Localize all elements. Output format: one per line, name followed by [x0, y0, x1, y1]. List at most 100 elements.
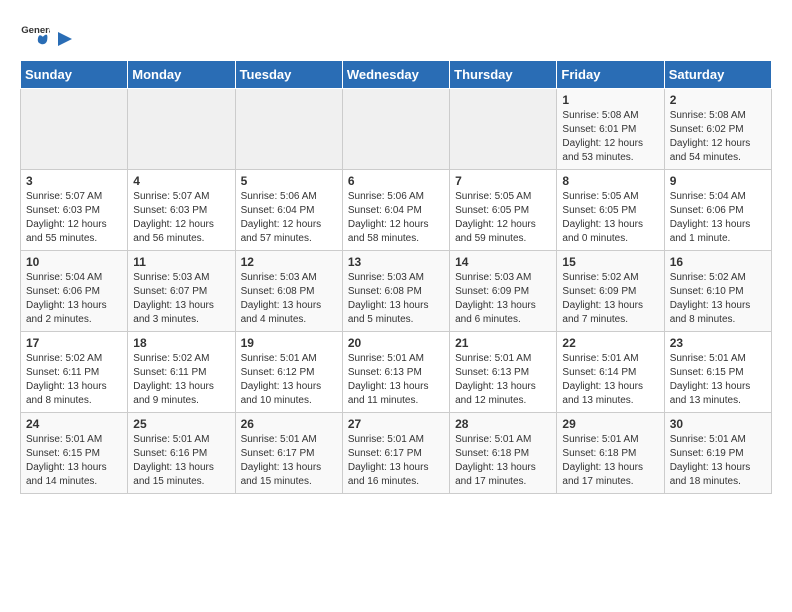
- day-number: 25: [133, 417, 229, 431]
- day-info: Sunrise: 5:01 AM Sunset: 6:12 PM Dayligh…: [241, 352, 337, 408]
- calendar-cell: 6 Sunrise: 5:06 AM Sunset: 6:04 PM Daylig…: [342, 170, 449, 251]
- weekday-header-wednesday: Wednesday: [342, 61, 449, 89]
- calendar-cell: 28 Sunrise: 5:01 AM Sunset: 6:18 PM Dayli…: [450, 413, 557, 494]
- day-number: 4: [133, 174, 229, 188]
- day-info: Sunrise: 5:01 AM Sunset: 6:15 PM Dayligh…: [26, 433, 122, 489]
- day-info: Sunrise: 5:01 AM Sunset: 6:16 PM Dayligh…: [133, 433, 229, 489]
- day-number: 18: [133, 336, 229, 350]
- day-number: 9: [670, 174, 766, 188]
- calendar-cell: [128, 89, 235, 170]
- day-number: 8: [562, 174, 658, 188]
- calendar-cell: 11 Sunrise: 5:03 AM Sunset: 6:07 PM Dayli…: [128, 251, 235, 332]
- weekday-header-thursday: Thursday: [450, 61, 557, 89]
- day-info: Sunrise: 5:01 AM Sunset: 6:18 PM Dayligh…: [562, 433, 658, 489]
- calendar-cell: 14 Sunrise: 5:03 AM Sunset: 6:09 PM Dayli…: [450, 251, 557, 332]
- calendar-cell: 7Sunrise: 5:05 AM Sunset: 6:05 PM Daylig…: [450, 170, 557, 251]
- day-number: 16: [670, 255, 766, 269]
- weekday-header-tuesday: Tuesday: [235, 61, 342, 89]
- day-number: 6: [348, 174, 444, 188]
- day-info: Sunrise: 5:02 AM Sunset: 6:09 PM Dayligh…: [562, 271, 658, 327]
- day-number: 23: [670, 336, 766, 350]
- day-number: 15: [562, 255, 658, 269]
- day-number: 28: [455, 417, 551, 431]
- day-info: Sunrise: 5:03 AM Sunset: 6:08 PM Dayligh…: [348, 271, 444, 327]
- calendar-cell: 9 Sunrise: 5:04 AM Sunset: 6:06 PM Daylig…: [664, 170, 771, 251]
- day-number: 22: [562, 336, 658, 350]
- day-info: Sunrise: 5:01 AM Sunset: 6:15 PM Dayligh…: [670, 352, 766, 408]
- calendar-cell: 23 Sunrise: 5:01 AM Sunset: 6:15 PM Dayli…: [664, 332, 771, 413]
- calendar-cell: [235, 89, 342, 170]
- calendar-week-5: 24 Sunrise: 5:01 AM Sunset: 6:15 PM Dayli…: [21, 413, 772, 494]
- svg-text:General: General: [21, 25, 50, 36]
- day-info: Sunrise: 5:03 AM Sunset: 6:09 PM Dayligh…: [455, 271, 551, 327]
- day-info: Sunrise: 5:02 AM Sunset: 6:11 PM Dayligh…: [26, 352, 122, 408]
- calendar-cell: 2 Sunrise: 5:08 AM Sunset: 6:02 PM Daylig…: [664, 89, 771, 170]
- day-number: 3: [26, 174, 122, 188]
- day-info: Sunrise: 5:01 AM Sunset: 6:13 PM Dayligh…: [455, 352, 551, 408]
- day-info: Sunrise: 5:05 AM Sunset: 6:05 PM Dayligh…: [455, 190, 551, 246]
- weekday-header-friday: Friday: [557, 61, 664, 89]
- day-number: 24: [26, 417, 122, 431]
- calendar-body: 1 Sunrise: 5:08 AM Sunset: 6:01 PM Daylig…: [21, 89, 772, 494]
- day-info: Sunrise: 5:08 AM Sunset: 6:01 PM Dayligh…: [562, 109, 658, 165]
- calendar-cell: 18 Sunrise: 5:02 AM Sunset: 6:11 PM Dayli…: [128, 332, 235, 413]
- calendar-cell: 20Sunrise: 5:01 AM Sunset: 6:13 PM Dayli…: [342, 332, 449, 413]
- day-info: Sunrise: 5:04 AM Sunset: 6:06 PM Dayligh…: [26, 271, 122, 327]
- day-info: Sunrise: 5:01 AM Sunset: 6:17 PM Dayligh…: [241, 433, 337, 489]
- calendar-cell: 10 Sunrise: 5:04 AM Sunset: 6:06 PM Dayli…: [21, 251, 128, 332]
- logo-icon: General: [20, 20, 50, 50]
- day-info: Sunrise: 5:01 AM Sunset: 6:18 PM Dayligh…: [455, 433, 551, 489]
- day-info: Sunrise: 5:03 AM Sunset: 6:08 PM Dayligh…: [241, 271, 337, 327]
- logo: General: [20, 20, 76, 50]
- day-info: Sunrise: 5:08 AM Sunset: 6:02 PM Dayligh…: [670, 109, 766, 165]
- calendar-cell: 21 Sunrise: 5:01 AM Sunset: 6:13 PM Dayli…: [450, 332, 557, 413]
- day-number: 29: [562, 417, 658, 431]
- day-number: 26: [241, 417, 337, 431]
- day-number: 17: [26, 336, 122, 350]
- calendar-cell: 17 Sunrise: 5:02 AM Sunset: 6:11 PM Dayli…: [21, 332, 128, 413]
- day-info: Sunrise: 5:01 AM Sunset: 6:19 PM Dayligh…: [670, 433, 766, 489]
- calendar-cell: 29 Sunrise: 5:01 AM Sunset: 6:18 PM Dayli…: [557, 413, 664, 494]
- day-info: Sunrise: 5:07 AM Sunset: 6:03 PM Dayligh…: [26, 190, 122, 246]
- calendar-cell: [342, 89, 449, 170]
- calendar-cell: 27Sunrise: 5:01 AM Sunset: 6:17 PM Dayli…: [342, 413, 449, 494]
- day-number: 10: [26, 255, 122, 269]
- day-number: 12: [241, 255, 337, 269]
- calendar-cell: 26 Sunrise: 5:01 AM Sunset: 6:17 PM Dayli…: [235, 413, 342, 494]
- day-number: 2: [670, 93, 766, 107]
- calendar-week-1: 1 Sunrise: 5:08 AM Sunset: 6:01 PM Daylig…: [21, 89, 772, 170]
- day-info: Sunrise: 5:03 AM Sunset: 6:07 PM Dayligh…: [133, 271, 229, 327]
- calendar-table: SundayMondayTuesdayWednesdayThursdayFrid…: [20, 60, 772, 494]
- day-info: Sunrise: 5:06 AM Sunset: 6:04 PM Dayligh…: [241, 190, 337, 246]
- calendar-cell: 24 Sunrise: 5:01 AM Sunset: 6:15 PM Dayli…: [21, 413, 128, 494]
- day-info: Sunrise: 5:07 AM Sunset: 6:03 PM Dayligh…: [133, 190, 229, 246]
- day-number: 13: [348, 255, 444, 269]
- day-number: 1: [562, 93, 658, 107]
- day-info: Sunrise: 5:02 AM Sunset: 6:11 PM Dayligh…: [133, 352, 229, 408]
- calendar-cell: 4 Sunrise: 5:07 AM Sunset: 6:03 PM Daylig…: [128, 170, 235, 251]
- calendar-cell: [450, 89, 557, 170]
- weekday-header-saturday: Saturday: [664, 61, 771, 89]
- day-number: 5: [241, 174, 337, 188]
- day-info: Sunrise: 5:04 AM Sunset: 6:06 PM Dayligh…: [670, 190, 766, 246]
- weekday-header-monday: Monday: [128, 61, 235, 89]
- calendar-cell: 25 Sunrise: 5:01 AM Sunset: 6:16 PM Dayli…: [128, 413, 235, 494]
- calendar-week-2: 3 Sunrise: 5:07 AM Sunset: 6:03 PM Daylig…: [21, 170, 772, 251]
- day-number: 19: [241, 336, 337, 350]
- day-info: Sunrise: 5:02 AM Sunset: 6:10 PM Dayligh…: [670, 271, 766, 327]
- calendar-cell: 16 Sunrise: 5:02 AM Sunset: 6:10 PM Dayli…: [664, 251, 771, 332]
- day-number: 30: [670, 417, 766, 431]
- day-info: Sunrise: 5:01 AM Sunset: 6:14 PM Dayligh…: [562, 352, 658, 408]
- day-number: 11: [133, 255, 229, 269]
- calendar-cell: 1 Sunrise: 5:08 AM Sunset: 6:01 PM Daylig…: [557, 89, 664, 170]
- day-number: 14: [455, 255, 551, 269]
- day-number: 21: [455, 336, 551, 350]
- calendar-header: SundayMondayTuesdayWednesdayThursdayFrid…: [21, 61, 772, 89]
- day-info: Sunrise: 5:06 AM Sunset: 6:04 PM Dayligh…: [348, 190, 444, 246]
- calendar-cell: 15 Sunrise: 5:02 AM Sunset: 6:09 PM Dayli…: [557, 251, 664, 332]
- day-info: Sunrise: 5:01 AM Sunset: 6:17 PM Dayligh…: [348, 433, 444, 489]
- calendar-week-3: 10 Sunrise: 5:04 AM Sunset: 6:06 PM Dayli…: [21, 251, 772, 332]
- calendar-cell: [21, 89, 128, 170]
- calendar-cell: 3 Sunrise: 5:07 AM Sunset: 6:03 PM Daylig…: [21, 170, 128, 251]
- calendar-cell: 13 Sunrise: 5:03 AM Sunset: 6:08 PM Dayli…: [342, 251, 449, 332]
